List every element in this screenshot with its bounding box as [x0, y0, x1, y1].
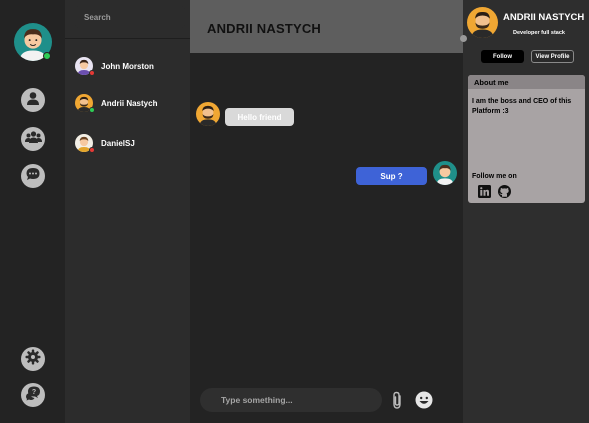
follow-button[interactable]: Follow [481, 50, 524, 63]
incoming-message-avatar [196, 102, 220, 126]
contact-search [75, 6, 185, 28]
smiley-face-icon [415, 391, 433, 413]
contact-avatar [75, 57, 95, 76]
help-nav-button[interactable]: ? [21, 383, 45, 407]
panel-toggle-handle[interactable] [460, 35, 467, 42]
about-me-title: About me [468, 75, 585, 89]
contact-name: John Morston [101, 61, 154, 71]
message-input[interactable] [200, 388, 382, 412]
chat-bubble-icon [25, 166, 41, 187]
chat-title: ANDRII NASTYCH [207, 21, 322, 36]
contact-item-danielsj[interactable]: DanielSJ [70, 130, 185, 156]
view-profile-button[interactable]: View Profile [531, 50, 574, 63]
contact-item-john-morston[interactable]: John Morston [70, 53, 185, 79]
about-me-card: About me I am the boss and CEO of this P… [468, 75, 585, 203]
group-icon [24, 129, 42, 150]
profile-role: Developer full stack [513, 30, 565, 36]
contacts-divider [65, 38, 190, 39]
help-chat-icon: ? [25, 385, 41, 406]
settings-gear-icon [25, 349, 41, 370]
search-input[interactable] [75, 6, 185, 28]
github-icon[interactable] [498, 185, 511, 198]
contact-item-andrii-nastych[interactable]: Andrii Nastych [70, 90, 185, 116]
status-dot [89, 107, 95, 113]
about-me-text: I am the boss and CEO of this Platform :… [472, 98, 572, 115]
profile-icon [25, 90, 41, 111]
status-dot [89, 147, 95, 153]
outgoing-message-avatar [433, 161, 457, 185]
profile-nav-button[interactable] [21, 88, 45, 112]
chat-header: ANDRII NASTYCH [190, 0, 463, 53]
contact-name: DanielSJ [101, 138, 135, 148]
attach-button[interactable] [389, 391, 405, 410]
messages-nav-button[interactable] [21, 164, 45, 188]
profile-avatar [467, 7, 498, 38]
message-composer [200, 388, 382, 412]
incoming-message-bubble: Hello friend [225, 108, 294, 126]
emoji-button[interactable] [415, 391, 433, 409]
contact-avatar [75, 94, 95, 113]
contact-name: Andrii Nastych [101, 98, 158, 108]
contact-avatar [75, 134, 95, 153]
paperclip-icon [389, 391, 405, 414]
online-status-dot [43, 52, 51, 60]
svg-text:?: ? [32, 389, 36, 396]
follow-me-label: Follow me on [472, 173, 517, 180]
linkedin-icon[interactable] [478, 185, 491, 198]
chat-panel [190, 0, 463, 423]
outgoing-message-bubble: Sup ? [356, 167, 427, 185]
profile-panel [463, 0, 589, 423]
status-dot [89, 70, 95, 76]
settings-nav-button[interactable] [21, 347, 45, 371]
groups-nav-button[interactable] [21, 127, 45, 151]
profile-name: ANDRII NASTYCH [503, 12, 585, 23]
